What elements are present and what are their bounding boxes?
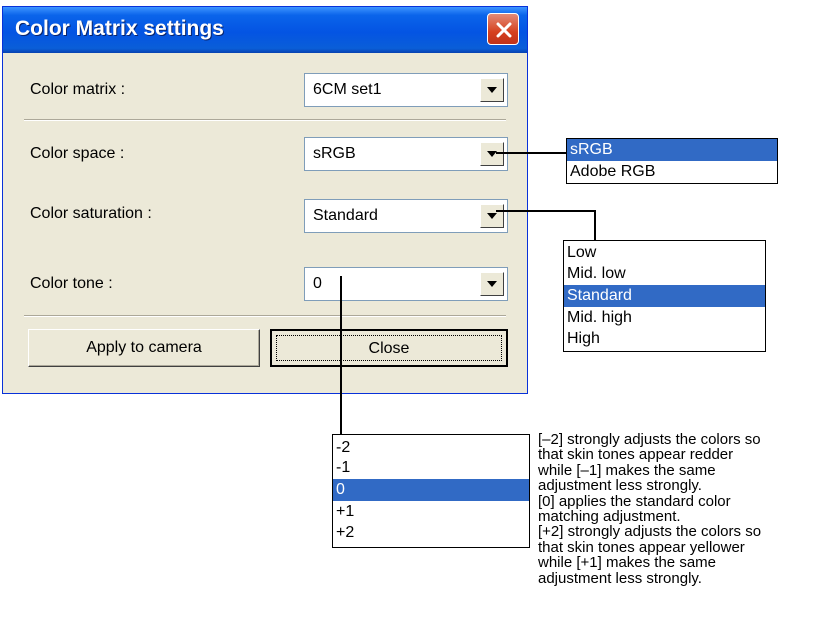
description-line: while [+1] makes the same (538, 554, 717, 572)
color-matrix-dialog: Color Matrix settings Color matrix : 6CM… (2, 6, 528, 394)
chevron-down-icon (487, 87, 497, 93)
close-button[interactable]: Close (270, 329, 508, 367)
list-item[interactable]: +1 (333, 501, 529, 523)
description-line: matching adjustment. (538, 508, 681, 526)
color-tone-select[interactable]: 0 (304, 267, 508, 301)
description-line: that skin tones appear redder (538, 446, 734, 464)
color-tone-label: Color tone : (30, 275, 113, 292)
color-space-options-list: sRGB Adobe RGB (566, 138, 778, 184)
color-matrix-label: Color matrix : (30, 81, 126, 98)
separator (24, 315, 506, 317)
description-line: adjustment less strongly. (538, 569, 702, 587)
apply-to-camera-button[interactable]: Apply to camera (28, 329, 260, 367)
close-window-button[interactable] (487, 13, 519, 45)
color-space-select[interactable]: sRGB (304, 137, 508, 171)
description-line: [–2] strongly adjusts the colors so (538, 431, 761, 448)
chevron-down-icon (487, 281, 497, 287)
color-matrix-select[interactable]: 6CM set1 (304, 73, 508, 107)
color-tone-options-list: -2 -1 0 +1 +2 (332, 434, 530, 548)
description-line: [0] applies the standard color (538, 492, 731, 510)
color-space-label: Color space : (30, 145, 125, 162)
color-space-dropdown-button[interactable] (480, 142, 504, 166)
list-item[interactable]: High (564, 329, 765, 351)
separator (24, 119, 506, 121)
list-item[interactable]: Mid. high (564, 307, 765, 329)
color-saturation-select[interactable]: Standard (304, 199, 508, 233)
color-tone-description: [–2] strongly adjusts the colors so that… (538, 432, 818, 586)
description-line: that skin tones appear yellower (538, 538, 745, 556)
list-item[interactable]: +2 (333, 523, 529, 545)
color-saturation-options-list: Low Mid. low Standard Mid. high High (563, 240, 766, 352)
color-saturation-label: Color saturation : (30, 205, 152, 222)
list-item[interactable]: Low (564, 241, 765, 263)
list-item[interactable]: -2 (333, 435, 529, 457)
list-item[interactable]: Adobe RGB (567, 161, 777, 183)
description-line: while [–1] makes the same (538, 461, 716, 479)
list-item[interactable]: -1 (333, 457, 529, 479)
list-item[interactable]: Mid. low (564, 263, 765, 285)
color-space-value: sRGB (313, 145, 356, 162)
color-matrix-value: 6CM set1 (313, 81, 382, 98)
callout-line-tone (340, 276, 342, 436)
dialog-body: Color matrix : 6CM set1 Color space : sR… (8, 53, 522, 388)
close-x-icon (496, 22, 512, 38)
color-tone-value: 0 (313, 275, 322, 292)
color-saturation-value: Standard (313, 207, 378, 224)
list-item[interactable]: 0 (333, 479, 529, 501)
callout-line-saturation-drop (594, 210, 596, 240)
color-matrix-dropdown-button[interactable] (480, 78, 504, 102)
chevron-down-icon (487, 213, 497, 219)
description-line: adjustment less strongly. (538, 477, 702, 495)
color-saturation-dropdown-button[interactable] (480, 204, 504, 228)
list-item[interactable]: sRGB (567, 139, 777, 161)
color-tone-dropdown-button[interactable] (480, 272, 504, 296)
dialog-title: Color Matrix settings (15, 17, 224, 40)
callout-line-saturation (496, 210, 596, 212)
description-line: [+2] strongly adjusts the colors so (538, 523, 762, 541)
list-item[interactable]: Standard (564, 285, 765, 307)
title-bar[interactable]: Color Matrix settings (3, 7, 527, 53)
callout-line-color-space (496, 152, 568, 154)
